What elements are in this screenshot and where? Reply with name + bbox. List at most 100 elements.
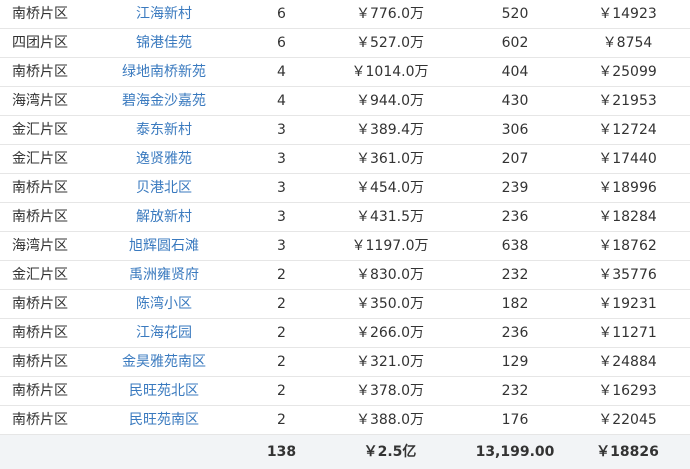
community-link[interactable]: 民旺苑南区 <box>129 412 199 428</box>
total-price-cell: ￥776.0万 <box>315 0 465 29</box>
district-cell: 南桥片区 <box>0 174 80 203</box>
unit-price-cell: ￥18284 <box>565 203 690 232</box>
area-cell: 306 <box>465 116 565 145</box>
count-cell: 6 <box>248 29 315 58</box>
totals-area: 13,199.00 <box>465 435 565 469</box>
district-cell: 南桥片区 <box>0 348 80 377</box>
community-link[interactable]: 旭辉圆石滩 <box>129 238 199 254</box>
area-cell: 638 <box>465 232 565 261</box>
unit-price-cell: ￥8754 <box>565 29 690 58</box>
table-row: 南桥片区 陈湾小区 2￥350.0万182￥19231 <box>0 290 690 319</box>
district-cell: 金汇片区 <box>0 261 80 290</box>
count-cell: 2 <box>248 377 315 406</box>
count-cell: 3 <box>248 174 315 203</box>
area-cell: 239 <box>465 174 565 203</box>
count-cell: 6 <box>248 0 315 29</box>
count-cell: 4 <box>248 87 315 116</box>
community-cell: 民旺苑南区 <box>80 406 248 435</box>
community-cell: 绿地南桥新苑 <box>80 58 248 87</box>
total-price-cell: ￥389.4万 <box>315 116 465 145</box>
district-cell: 南桥片区 <box>0 290 80 319</box>
community-link[interactable]: 贝港北区 <box>136 180 192 196</box>
unit-price-cell: ￥22045 <box>565 406 690 435</box>
community-cell: 泰东新村 <box>80 116 248 145</box>
community-cell: 江海新村 <box>80 0 248 29</box>
community-cell: 江海花园 <box>80 319 248 348</box>
total-price-cell: ￥1197.0万 <box>315 232 465 261</box>
community-cell: 碧海金沙嘉苑 <box>80 87 248 116</box>
unit-price-cell: ￥11271 <box>565 319 690 348</box>
unit-price-cell: ￥24884 <box>565 348 690 377</box>
area-cell: 404 <box>465 58 565 87</box>
table-row: 南桥片区解放新村3￥431.5万236￥18284 <box>0 203 690 232</box>
total-price-cell: ￥944.0万 <box>315 87 465 116</box>
count-cell: 3 <box>248 145 315 174</box>
district-cell: 四团片区 <box>0 29 80 58</box>
count-cell: 2 <box>248 290 315 319</box>
community-link[interactable]: 禹洲雍贤府 <box>129 267 199 283</box>
count-cell: 3 <box>248 203 315 232</box>
listing-stats-table: 南桥片区江海新村6￥776.0万520￥14923四团片区锦港佳苑6￥527.0… <box>0 0 690 469</box>
district-cell: 南桥片区 <box>0 0 80 29</box>
district-cell: 南桥片区 <box>0 203 80 232</box>
total-price-cell: ￥350.0万 <box>315 290 465 319</box>
unit-price-cell: ￥14923 <box>565 0 690 29</box>
community-link[interactable]: 解放新村 <box>136 209 192 225</box>
community-cell: 旭辉圆石滩 <box>80 232 248 261</box>
count-cell: 3 <box>248 116 315 145</box>
unit-price-cell: ￥35776 <box>565 261 690 290</box>
community-cell: 锦港佳苑 <box>80 29 248 58</box>
community-cell: 解放新村 <box>80 203 248 232</box>
totals-community <box>80 435 248 469</box>
count-cell: 4 <box>248 58 315 87</box>
unit-price-cell: ￥21953 <box>565 87 690 116</box>
totals-unit-price: ￥18826 <box>565 435 690 469</box>
table-row: 金汇片区禹洲雍贤府2￥830.0万232￥35776 <box>0 261 690 290</box>
community-cell: 民旺苑北区 <box>80 377 248 406</box>
district-cell: 金汇片区 <box>0 116 80 145</box>
unit-price-cell: ￥19231 <box>565 290 690 319</box>
total-price-cell: ￥378.0万 <box>315 377 465 406</box>
area-cell: 602 <box>465 29 565 58</box>
district-cell: 海湾片区 <box>0 232 80 261</box>
unit-price-cell: ￥25099 <box>565 58 690 87</box>
count-cell: 2 <box>248 348 315 377</box>
community-link[interactable]: 碧海金沙嘉苑 <box>122 93 206 109</box>
unit-price-cell: ￥18996 <box>565 174 690 203</box>
totals-row: 138 ￥2.5亿 13,199.00 ￥18826 <box>0 435 690 469</box>
community-link[interactable]: 锦港佳苑 <box>136 35 192 51</box>
table-row: 金汇片区逸贤雅苑3￥361.0万207￥17440 <box>0 145 690 174</box>
area-cell: 236 <box>465 203 565 232</box>
district-cell: 南桥片区 <box>0 319 80 348</box>
count-cell: 2 <box>248 319 315 348</box>
total-price-cell: ￥321.0万 <box>315 348 465 377</box>
unit-price-cell: ￥18762 <box>565 232 690 261</box>
area-cell: 182 <box>465 290 565 319</box>
table-row: 南桥片区金昊雅苑南区2￥321.0万129￥24884 <box>0 348 690 377</box>
total-price-cell: ￥1014.0万 <box>315 58 465 87</box>
table-row: 南桥片区 江海新村 6￥776.0万520￥14923 <box>0 0 690 29</box>
district-cell: 金汇片区 <box>0 145 80 174</box>
community-link[interactable]: 江海新村 <box>136 6 192 22</box>
area-cell: 520 <box>465 0 565 29</box>
district-cell: 海湾片区 <box>0 87 80 116</box>
community-link[interactable]: 绿地南桥新苑 <box>122 64 206 80</box>
community-link[interactable]: 金昊雅苑南区 <box>122 354 206 370</box>
total-price-cell: ￥454.0万 <box>315 174 465 203</box>
unit-price-cell: ￥17440 <box>565 145 690 174</box>
community-link[interactable]: 逸贤雅苑 <box>136 151 192 167</box>
community-link[interactable]: 江海花园 <box>136 325 192 341</box>
community-cell: 贝港北区 <box>80 174 248 203</box>
total-price-cell: ￥388.0万 <box>315 406 465 435</box>
total-price-cell: ￥361.0万 <box>315 145 465 174</box>
community-cell: 陈湾小区 <box>80 290 248 319</box>
area-cell: 236 <box>465 319 565 348</box>
table-row: 南桥片区江海花园2￥266.0万236￥11271 <box>0 319 690 348</box>
area-cell: 430 <box>465 87 565 116</box>
community-link[interactable]: 泰东新村 <box>136 122 192 138</box>
community-link[interactable]: 民旺苑北区 <box>129 383 199 399</box>
table-row: 南桥片区绿地南桥新苑4￥1014.0万404￥25099 <box>0 58 690 87</box>
area-cell: 176 <box>465 406 565 435</box>
community-link[interactable]: 陈湾小区 <box>136 296 192 312</box>
district-cell: 南桥片区 <box>0 377 80 406</box>
